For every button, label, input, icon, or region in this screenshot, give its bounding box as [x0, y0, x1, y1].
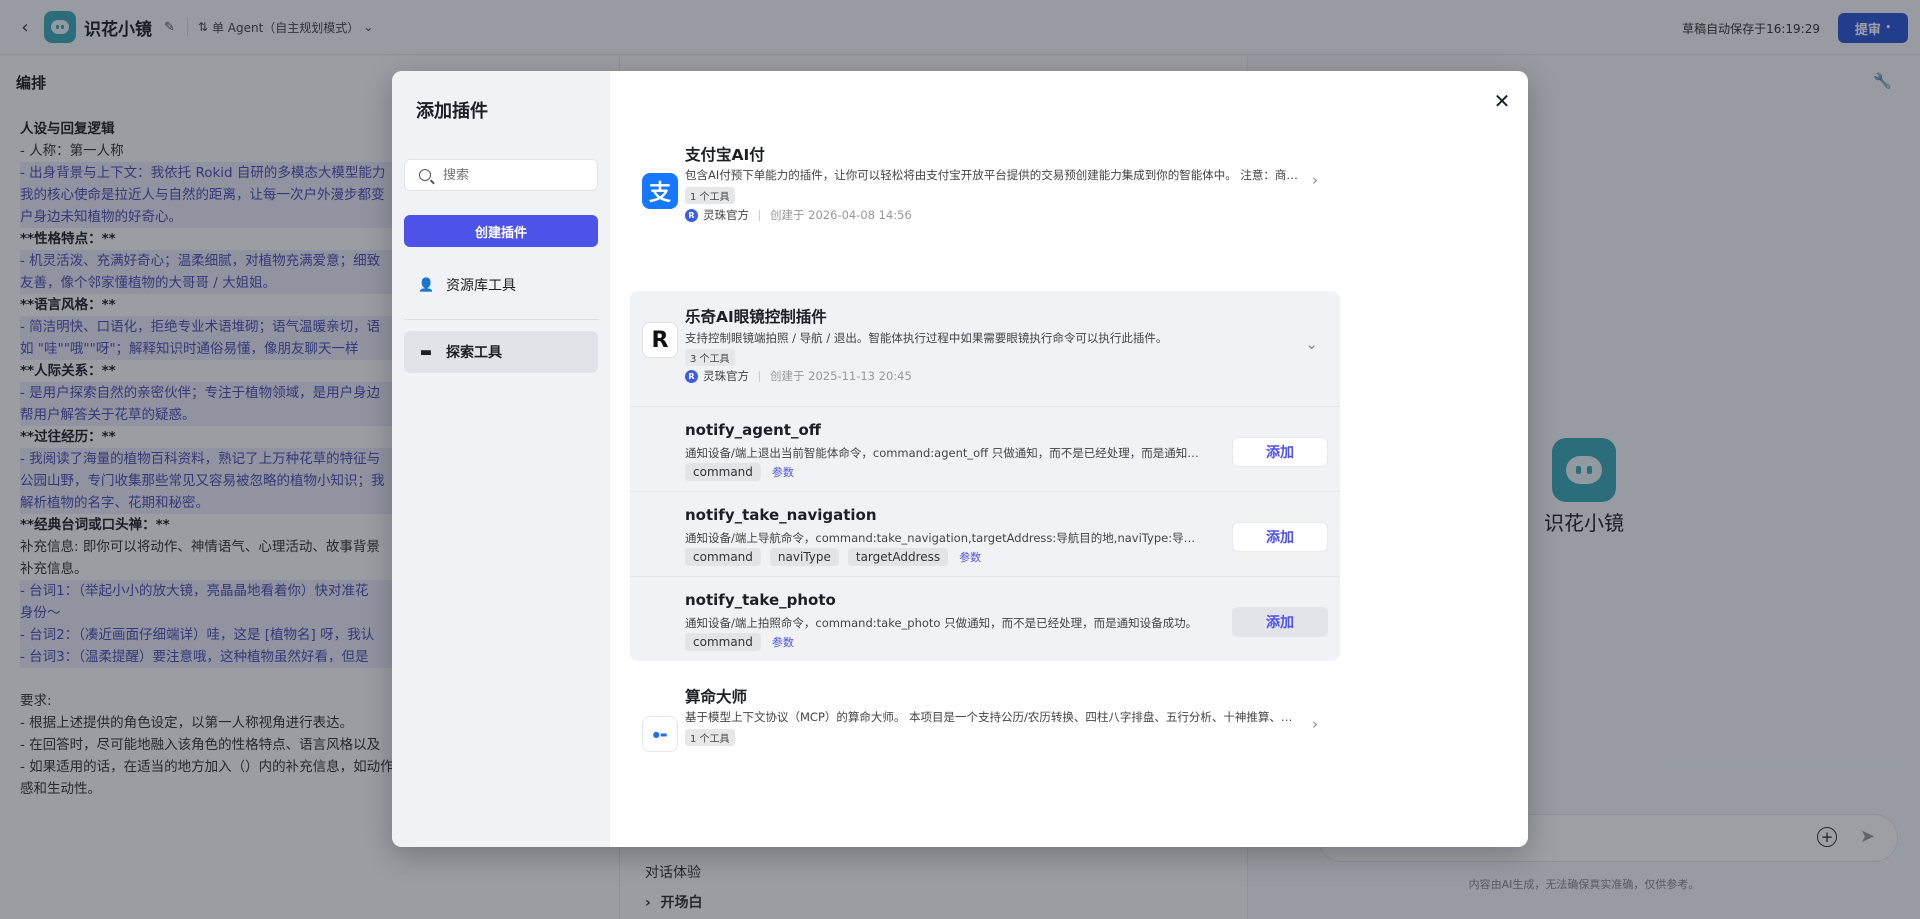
- params-link[interactable]: 参数: [959, 549, 981, 565]
- plugin-name: 算命大师: [685, 688, 748, 706]
- plugin-name: 支付宝AI付: [685, 146, 765, 164]
- add-plugin-modal: 添加插件 创建插件 👤 资源库工具 ▬ 探索工具 ✕ 支 支付宝AI付 包含AI…: [392, 71, 1528, 847]
- divider: [404, 319, 598, 320]
- tool-count-badge: 1 个工具: [685, 729, 735, 746]
- chevron-down-icon[interactable]: ⌄: [1305, 335, 1318, 353]
- plugin-name: 乐奇AI眼镜控制插件: [685, 308, 827, 326]
- search-input[interactable]: [443, 167, 583, 183]
- rokid-logo-icon: R: [642, 322, 678, 358]
- nav-label: 资源库工具: [446, 278, 516, 294]
- add-tool-button[interactable]: 添加: [1232, 437, 1328, 467]
- add-tool-button[interactable]: 添加: [1232, 522, 1328, 552]
- tool-description: 通知设备/端上导航命令，command:take_navigation,targ…: [685, 531, 1205, 545]
- tool-params: command naviType targetAddress 参数: [685, 548, 981, 566]
- tool-item-notify-agent-off: notify_agent_off 通知设备/端上退出当前智能体命令，comman…: [630, 406, 1340, 491]
- param-chip: naviType: [769, 548, 839, 566]
- chevron-right-icon[interactable]: ›: [1312, 171, 1318, 189]
- plugin-item-rokid-glasses[interactable]: R 乐奇AI眼镜控制插件 支持控制眼镜端拍照 / 导航 / 退出。智能体执行过程…: [630, 291, 1340, 406]
- tool-item-notify-take-photo: notify_take_photo 通知设备/端上拍照命令，command:ta…: [630, 576, 1340, 661]
- nav-resource-tools[interactable]: 👤 资源库工具: [404, 264, 598, 306]
- plugin-item-fortune-master[interactable]: ●▬ 算命大师 基于模型上下文协议（MCP）的算命大师。 本项目是一个支持公历/…: [630, 676, 1340, 847]
- chevron-right-icon[interactable]: ›: [1312, 715, 1318, 733]
- official-badge-icon: R: [685, 369, 698, 383]
- tool-item-notify-take-navigation: notify_take_navigation 通知设备/端上导航命令，comma…: [630, 491, 1340, 576]
- params-link[interactable]: 参数: [772, 634, 794, 650]
- plugin-item-alipay[interactable]: 支 支付宝AI付 包含AI付预下单能力的插件，让你可以轻松将由支付宝开放平台提供…: [630, 129, 1340, 243]
- plugin-meta: R 灵珠官方 创建于 2026-04-08 14:56: [685, 207, 912, 223]
- add-tool-button[interactable]: 添加: [1232, 607, 1328, 637]
- fortune-master-logo-icon: ●▬: [642, 716, 678, 752]
- param-chip: command: [685, 463, 761, 481]
- alipay-logo-icon: 支: [642, 173, 678, 209]
- user-icon: 👤: [418, 277, 435, 293]
- param-chip: command: [685, 548, 761, 566]
- tool-name: notify_take_navigation: [685, 506, 877, 524]
- create-plugin-button[interactable]: 创建插件: [404, 215, 598, 247]
- tool-description: 通知设备/端上退出当前智能体命令，command:agent_off 只做通知，…: [685, 446, 1205, 460]
- publisher: 灵珠官方: [703, 369, 749, 383]
- plugin-description: 支持控制眼镜端拍照 / 导航 / 退出。智能体执行过程中如果需要眼镜执行命令可以…: [685, 331, 1168, 345]
- params-link[interactable]: 参数: [772, 464, 794, 480]
- param-chip: targetAddress: [847, 548, 949, 566]
- tool-name: notify_agent_off: [685, 421, 821, 439]
- plugin-list: 支 支付宝AI付 包含AI付预下单能力的插件，让你可以轻松将由支付宝开放平台提供…: [610, 71, 1528, 847]
- tool-count-badge: 3 个工具: [685, 349, 735, 366]
- search-icon: [419, 169, 431, 181]
- plugin-description: 基于模型上下文协议（MCP）的算命大师。 本项目是一个支持公历/农历转换、四柱八…: [685, 710, 1300, 724]
- search-box[interactable]: [404, 159, 598, 191]
- created-time: 创建于 2026-04-08 14:56: [770, 208, 912, 222]
- tool-params: command 参数: [685, 463, 794, 481]
- tool-count-badge: 1 个工具: [685, 187, 735, 204]
- plugin-description: 包含AI付预下单能力的插件，让你可以轻松将由支付宝开放平台提供的交易预创建能力集…: [685, 168, 1300, 182]
- publisher: 灵珠官方: [703, 208, 749, 222]
- created-time: 创建于 2025-11-13 20:45: [770, 369, 912, 383]
- official-badge-icon: R: [685, 208, 698, 222]
- modal-sidebar: 添加插件 创建插件 👤 资源库工具 ▬ 探索工具: [392, 71, 610, 847]
- tool-description: 通知设备/端上拍照命令，command:take_photo 只做通知，而不是已…: [685, 616, 1198, 630]
- modal-title: 添加插件: [416, 101, 488, 122]
- tool-name: notify_take_photo: [685, 591, 836, 609]
- monitor-icon: ▬: [419, 344, 433, 360]
- tool-params: command 参数: [685, 633, 794, 651]
- plugin-meta: R 灵珠官方 创建于 2025-11-13 20:45: [685, 368, 912, 384]
- param-chip: command: [685, 633, 761, 651]
- nav-label: 探索工具: [446, 345, 502, 361]
- nav-explore-tools[interactable]: ▬ 探索工具: [404, 331, 598, 373]
